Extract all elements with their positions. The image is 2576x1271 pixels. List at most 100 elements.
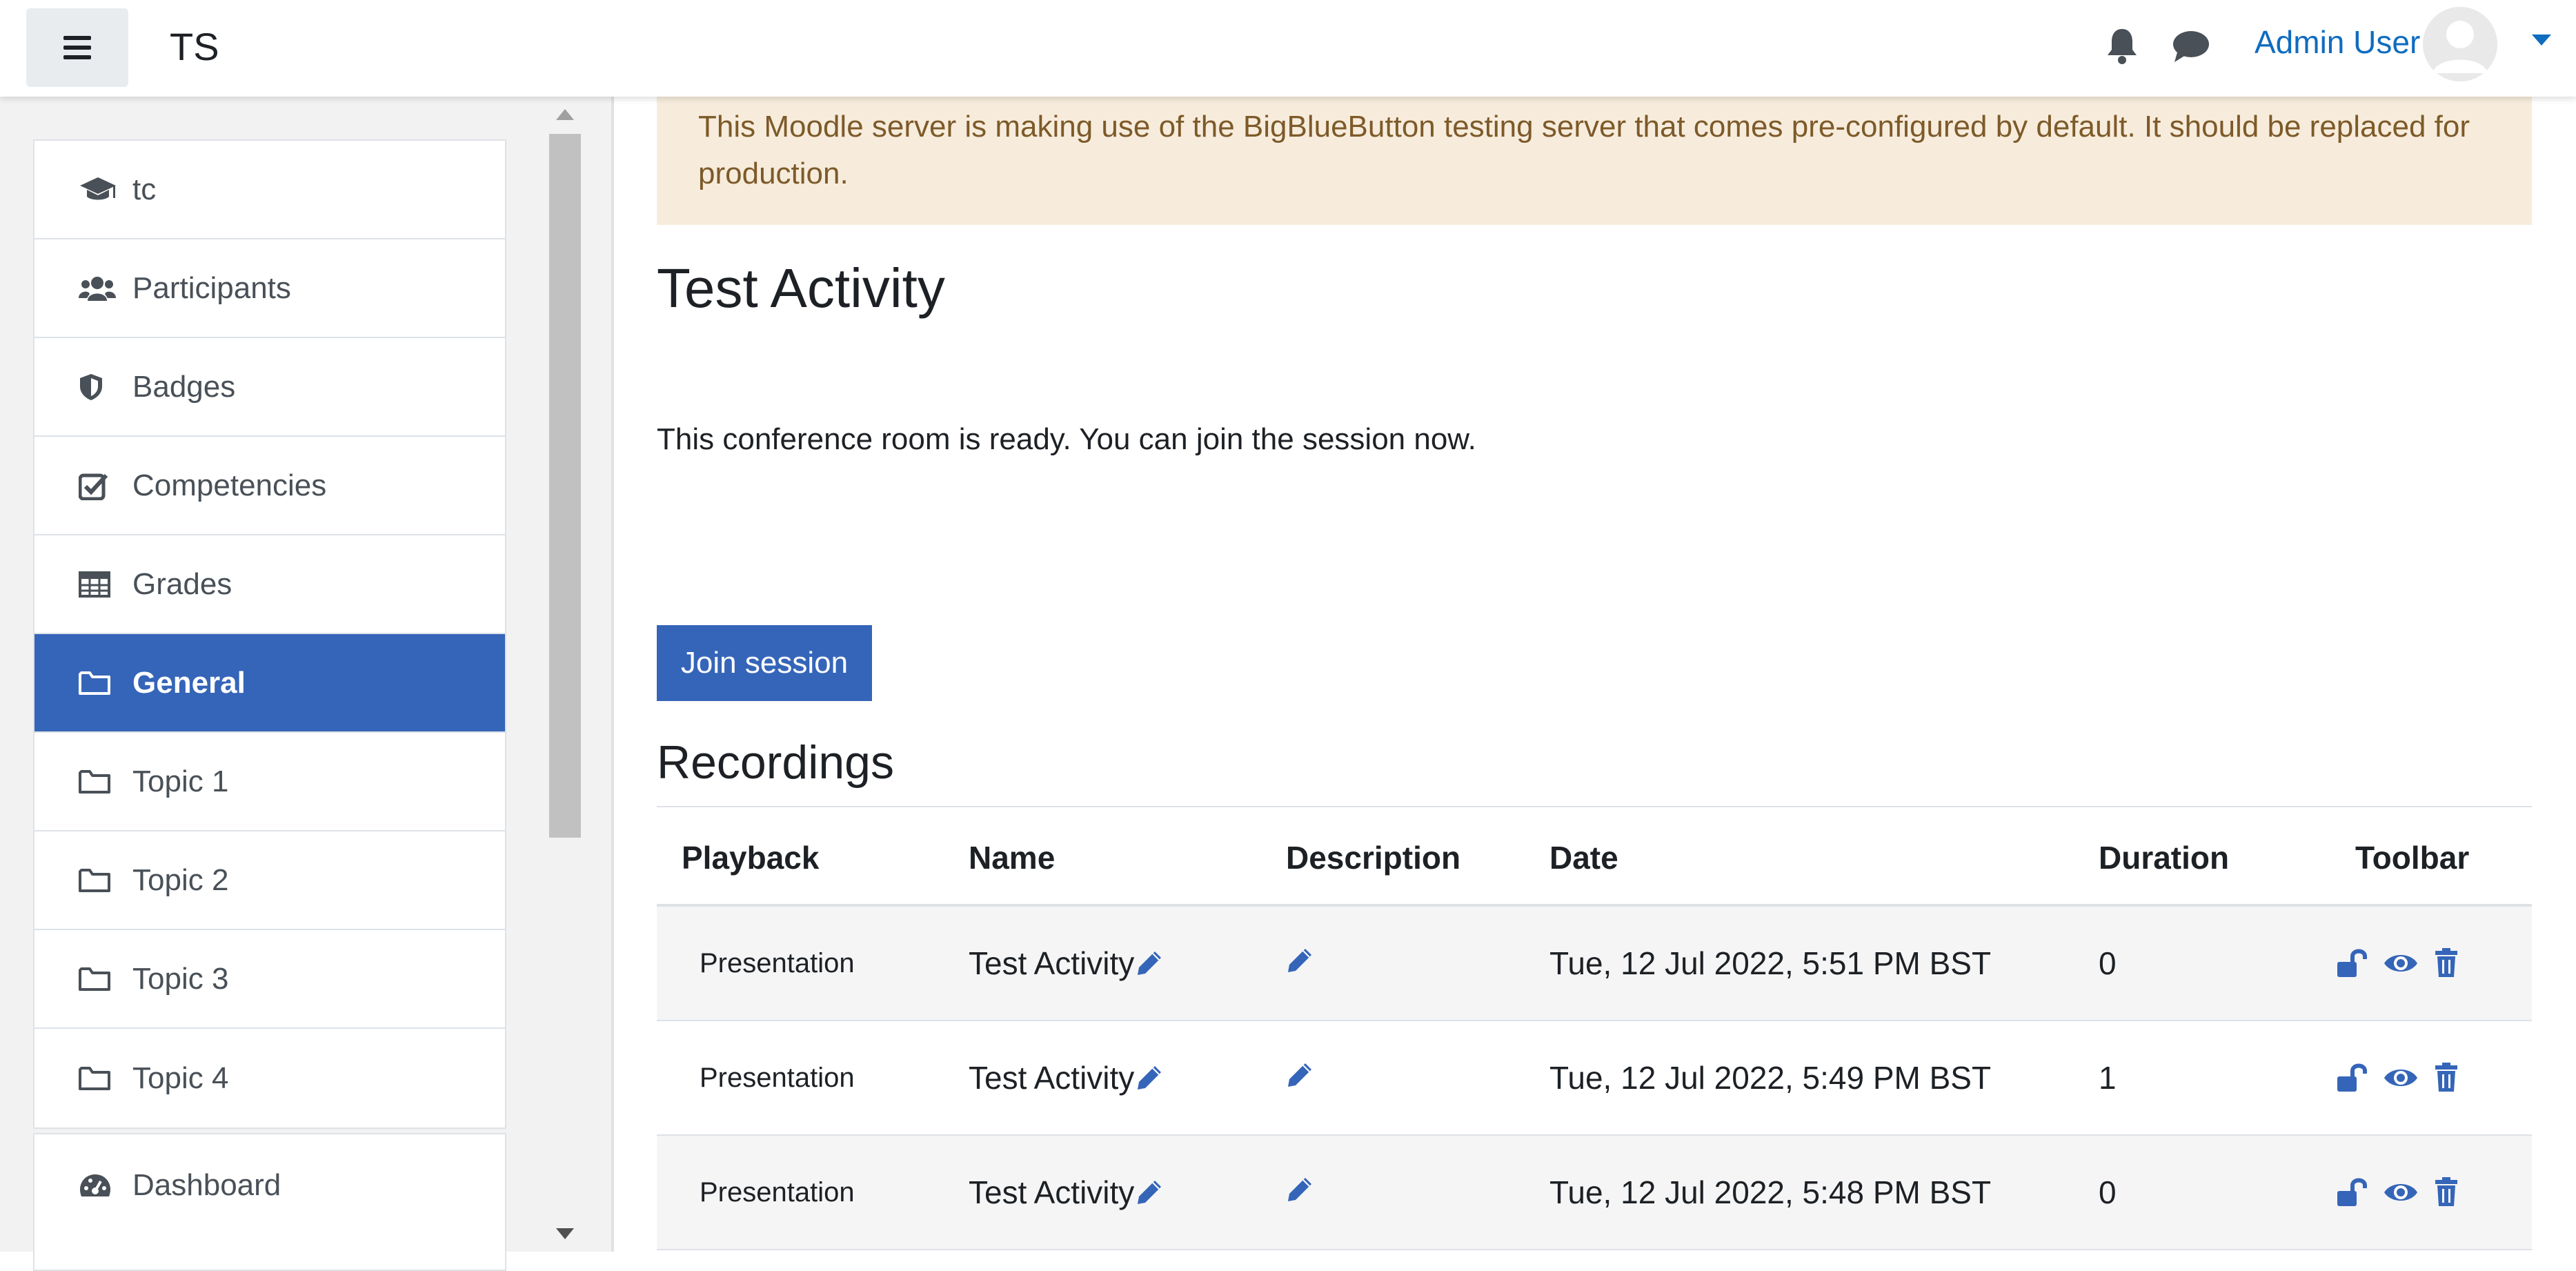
nav-item-dashboard[interactable]: Dashboard [34, 1134, 505, 1236]
eye-icon[interactable] [2383, 1180, 2419, 1205]
nav-item-label: Competencies [132, 468, 327, 502]
playback-link[interactable]: Presentation [700, 1021, 855, 1134]
table-icon [79, 571, 110, 598]
edit-name-icon[interactable] [1136, 949, 1163, 977]
trash-icon[interactable] [2434, 1063, 2459, 1093]
shield-icon [80, 373, 102, 400]
check-square-icon [79, 473, 108, 500]
divider [657, 806, 2532, 807]
unlock-icon[interactable] [2336, 948, 2368, 978]
nav-item-label: Topic 2 [132, 863, 229, 897]
recording-name: Test Activity [969, 1021, 1163, 1134]
recording-name-text: Test Activity [969, 1174, 1135, 1210]
join-session-button[interactable]: Join session [657, 625, 872, 701]
scroll-down-arrow-icon[interactable] [556, 1228, 574, 1239]
page-title: Test Activity [657, 257, 945, 319]
nav-item-label: General [132, 665, 246, 700]
chat-icon[interactable] [2172, 29, 2210, 63]
course-index-drawer: tc Participants Badges Competencies Grad… [0, 97, 614, 1271]
nav-item-badges[interactable]: Badges [34, 338, 505, 437]
nav-item-topic-2[interactable]: Topic 2 [34, 831, 505, 930]
folder-icon [79, 868, 110, 892]
description-cell [1286, 1021, 1314, 1134]
dashboard-icon [80, 1174, 110, 1196]
nav-item-participants[interactable]: Participants [34, 239, 505, 338]
recordings-heading: Recordings [657, 736, 894, 789]
toolbar-cell [2336, 1021, 2459, 1134]
recording-name: Test Activity [969, 1136, 1163, 1249]
description-cell [1286, 1136, 1314, 1249]
user-avatar-icon [2423, 7, 2497, 81]
nav-item-label: Topic 4 [132, 1061, 229, 1095]
unlock-icon[interactable] [2336, 1177, 2368, 1208]
header-name[interactable]: Name [969, 811, 1055, 904]
top-navbar: TS Admin User [0, 0, 2576, 97]
nav-item-label: Participants [132, 270, 291, 305]
toolbar-cell [2336, 907, 2459, 1020]
nav-item-topic-3[interactable]: Topic 3 [34, 930, 505, 1029]
edit-description-icon[interactable] [1286, 1174, 1314, 1211]
recording-name-text: Test Activity [969, 945, 1135, 981]
folder-icon [79, 1066, 110, 1090]
recording-duration: 1 [2099, 1060, 2117, 1096]
user-menu-name[interactable]: Admin User [2255, 21, 2420, 63]
nav-item-competencies[interactable]: Competencies [34, 437, 505, 535]
caret-down-icon[interactable] [2532, 35, 2551, 47]
eye-icon[interactable] [2383, 951, 2419, 976]
menu-icon [63, 36, 91, 59]
recordings-table: Playback Name Description Date Duration … [657, 811, 2532, 1250]
header-description[interactable]: Description [1286, 811, 1460, 904]
scroll-up-arrow-icon[interactable] [556, 109, 574, 120]
eye-icon[interactable] [2383, 1065, 2419, 1090]
recording-name: Test Activity [969, 907, 1163, 1020]
playback-link[interactable]: Presentation [700, 907, 855, 1020]
recording-date: Tue, 12 Jul 2022, 5:48 PM BST [1549, 1174, 1992, 1210]
nav-item-tc[interactable]: tc [34, 141, 505, 239]
recording-date: Tue, 12 Jul 2022, 5:51 PM BST [1549, 945, 1992, 981]
recording-name-text: Test Activity [969, 1060, 1135, 1096]
table-row: Presentation Test Activity Tue, 12 Jul 2… [657, 907, 2532, 1021]
users-icon [79, 276, 116, 301]
recording-duration: 0 [2099, 945, 2117, 981]
room-status-text: This conference room is ready. You can j… [657, 422, 1476, 456]
menu-toggle-button[interactable] [26, 8, 128, 87]
nav-item-label: Topic 1 [132, 764, 229, 798]
site-name[interactable]: TS [170, 22, 219, 72]
nav-item-topic-1[interactable]: Topic 1 [34, 733, 505, 831]
testing-server-alert: This Moodle server is making use of the … [657, 97, 2532, 225]
bell-icon[interactable] [2106, 28, 2139, 65]
folder-icon [79, 967, 110, 991]
graduation-cap-icon [80, 177, 116, 199]
edit-description-icon[interactable] [1286, 1059, 1314, 1096]
toolbar-cell [2336, 1136, 2459, 1249]
drawer-scrollbar-thumb[interactable] [549, 134, 581, 838]
edit-description-icon[interactable] [1286, 945, 1314, 982]
nav-item-general[interactable]: General [34, 634, 505, 733]
header-date[interactable]: Date [1549, 811, 1618, 904]
header-toolbar: Toolbar [2355, 840, 2470, 876]
recording-date: Tue, 12 Jul 2022, 5:49 PM BST [1549, 1060, 1992, 1096]
nav-item-topic-4[interactable]: Topic 4 [34, 1029, 505, 1127]
recording-duration: 0 [2099, 1174, 2117, 1210]
folder-icon [79, 769, 110, 794]
nav-item-label: Dashboard [132, 1168, 281, 1202]
nav-item-label: Badges [132, 369, 236, 404]
playback-link[interactable]: Presentation [700, 1136, 855, 1249]
site-nav-list: Dashboard [33, 1133, 506, 1271]
trash-icon[interactable] [2434, 948, 2459, 978]
edit-name-icon[interactable] [1136, 1179, 1163, 1206]
table-row: Presentation Test Activity Tue, 12 Jul 2… [657, 1136, 2532, 1250]
description-cell [1286, 907, 1314, 1020]
trash-icon[interactable] [2434, 1177, 2459, 1208]
edit-name-icon[interactable] [1136, 1064, 1163, 1092]
header-playback[interactable]: Playback [682, 811, 819, 904]
table-row: Presentation Test Activity Tue, 12 Jul 2… [657, 1021, 2532, 1136]
nav-item-label: tc [132, 172, 157, 206]
nav-item-label: Grades [132, 566, 232, 601]
header-duration[interactable]: Duration [2099, 811, 2229, 904]
unlock-icon[interactable] [2336, 1063, 2368, 1093]
nav-item-label: Topic 3 [132, 961, 229, 996]
avatar[interactable] [2423, 7, 2497, 81]
table-header-row: Playback Name Description Date Duration … [657, 811, 2532, 907]
nav-item-grades[interactable]: Grades [34, 535, 505, 634]
